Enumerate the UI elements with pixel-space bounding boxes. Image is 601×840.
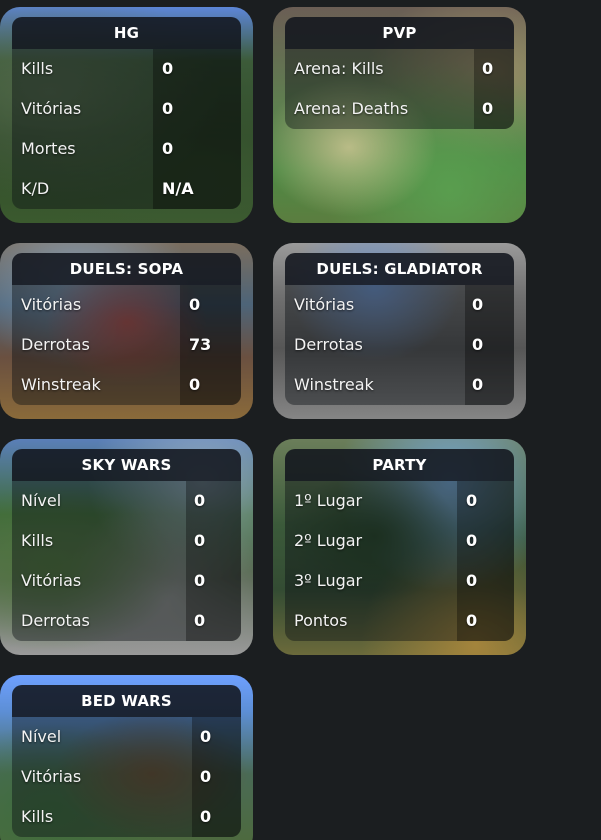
stat-row: Winstreak 0 — [285, 365, 514, 405]
stat-row: Vitórias 0 — [12, 757, 241, 797]
stat-value: 0 — [472, 335, 484, 354]
stat-value: 0 — [466, 571, 478, 590]
stat-row: Kills 0 — [12, 521, 241, 561]
stat-value: N/A — [162, 179, 194, 198]
stat-label: Derrotas — [21, 335, 90, 354]
stat-value: 0 — [466, 531, 478, 550]
stats-rows: Kills 0 Vitórias 0 Mortes 0 K/D N/A — [12, 49, 241, 209]
stat-label: Winstreak — [21, 375, 101, 394]
stat-label: Derrotas — [294, 335, 363, 354]
stat-label: 3º Lugar — [294, 571, 363, 590]
stats-card-bed-wars: BED WARS Nível 0 Vitórias 0 Kills 0 — [0, 675, 253, 840]
card-title: HG — [12, 17, 241, 49]
stat-label: Vitórias — [21, 99, 82, 118]
card-title: DUELS: SOPA — [12, 253, 241, 285]
stat-row: Winstreak 0 — [12, 365, 241, 405]
stats-panel: PARTY 1º Lugar 0 2º Lugar 0 3º Lugar 0 P… — [285, 449, 514, 641]
stats-rows: 1º Lugar 0 2º Lugar 0 3º Lugar 0 Pontos … — [285, 481, 514, 641]
stat-label: Arena: Kills — [294, 59, 384, 78]
stats-rows: Nível 0 Kills 0 Vitórias 0 Derrotas 0 — [12, 481, 241, 641]
card-title: PARTY — [285, 449, 514, 481]
stat-label: Mortes — [21, 139, 76, 158]
stats-card-party: PARTY 1º Lugar 0 2º Lugar 0 3º Lugar 0 P… — [273, 439, 526, 655]
stat-row: Pontos 0 — [285, 601, 514, 641]
stats-rows: Nível 0 Vitórias 0 Kills 0 — [12, 717, 241, 837]
stat-label: Vitórias — [21, 767, 82, 786]
stat-row: Vitórias 0 — [285, 285, 514, 325]
stats-card-duels-gladiator: DUELS: GLADIATOR Vitórias 0 Derrotas 0 W… — [273, 243, 526, 419]
stat-value: 0 — [162, 139, 174, 158]
stats-card-duels-sopa: DUELS: SOPA Vitórias 0 Derrotas 73 Winst… — [0, 243, 253, 419]
stats-panel: DUELS: GLADIATOR Vitórias 0 Derrotas 0 W… — [285, 253, 514, 405]
stat-label: Arena: Deaths — [294, 99, 409, 118]
stats-panel: DUELS: SOPA Vitórias 0 Derrotas 73 Winst… — [12, 253, 241, 405]
stat-label: 2º Lugar — [294, 531, 363, 550]
stat-row: Nível 0 — [12, 481, 241, 521]
stat-value: 0 — [466, 491, 478, 510]
stats-card-hg: HG Kills 0 Vitórias 0 Mortes 0 K/D N/A — [0, 7, 253, 223]
stat-row: 1º Lugar 0 — [285, 481, 514, 521]
stat-value: 0 — [466, 611, 478, 630]
card-title: BED WARS — [12, 685, 241, 717]
stat-label: K/D — [21, 179, 50, 198]
stat-row: Kills 0 — [12, 49, 241, 89]
stat-value: 0 — [194, 491, 206, 510]
stats-panel: PVP Arena: Kills 0 Arena: Deaths 0 — [285, 17, 514, 129]
stats-panel: HG Kills 0 Vitórias 0 Mortes 0 K/D N/A — [12, 17, 241, 209]
stat-label: Nível — [21, 491, 62, 510]
stat-row: Vitórias 0 — [12, 285, 241, 325]
stat-label: Winstreak — [294, 375, 374, 394]
stat-value: 0 — [194, 571, 206, 590]
stat-value: 0 — [482, 99, 494, 118]
stat-label: Vitórias — [21, 571, 82, 590]
stat-row: Kills 0 — [12, 797, 241, 837]
stat-value: 0 — [194, 611, 206, 630]
stat-value: 0 — [194, 531, 206, 550]
stat-label: Kills — [21, 807, 54, 826]
stat-label: Derrotas — [21, 611, 90, 630]
card-title: PVP — [285, 17, 514, 49]
stat-value: 0 — [472, 375, 484, 394]
stat-value: 0 — [189, 375, 201, 394]
stat-row: Derrotas 73 — [12, 325, 241, 365]
stat-row: Derrotas 0 — [285, 325, 514, 365]
stat-value: 0 — [200, 807, 212, 826]
stat-row: Derrotas 0 — [12, 601, 241, 641]
stat-label: Kills — [21, 531, 54, 550]
stat-row: Vitórias 0 — [12, 89, 241, 129]
stats-rows: Vitórias 0 Derrotas 0 Winstreak 0 — [285, 285, 514, 405]
stat-row: Arena: Kills 0 — [285, 49, 514, 89]
stats-grid: HG Kills 0 Vitórias 0 Mortes 0 K/D N/A P… — [0, 0, 601, 840]
stat-label: 1º Lugar — [294, 491, 363, 510]
stat-label: Vitórias — [21, 295, 82, 314]
stat-value: 73 — [189, 335, 212, 354]
stat-label: Kills — [21, 59, 54, 78]
stats-rows: Arena: Kills 0 Arena: Deaths 0 — [285, 49, 514, 129]
stat-row: 3º Lugar 0 — [285, 561, 514, 601]
stat-value: 0 — [200, 767, 212, 786]
stat-row: 2º Lugar 0 — [285, 521, 514, 561]
stats-panel: SKY WARS Nível 0 Kills 0 Vitórias 0 Derr… — [12, 449, 241, 641]
stat-value: 0 — [162, 99, 174, 118]
card-title: DUELS: GLADIATOR — [285, 253, 514, 285]
stat-row: Arena: Deaths 0 — [285, 89, 514, 129]
stats-card-sky-wars: SKY WARS Nível 0 Kills 0 Vitórias 0 Derr… — [0, 439, 253, 655]
stat-value: 0 — [200, 727, 212, 746]
stats-panel: BED WARS Nível 0 Vitórias 0 Kills 0 — [12, 685, 241, 837]
stat-row: Nível 0 — [12, 717, 241, 757]
stats-rows: Vitórias 0 Derrotas 73 Winstreak 0 — [12, 285, 241, 405]
stats-card-pvp: PVP Arena: Kills 0 Arena: Deaths 0 — [273, 7, 526, 223]
stat-label: Nível — [21, 727, 62, 746]
stat-value: 0 — [482, 59, 494, 78]
stat-label: Vitórias — [294, 295, 355, 314]
stat-row: Mortes 0 — [12, 129, 241, 169]
stat-label: Pontos — [294, 611, 348, 630]
stat-value: 0 — [189, 295, 201, 314]
stat-row: K/D N/A — [12, 169, 241, 209]
stat-value: 0 — [162, 59, 174, 78]
stat-row: Vitórias 0 — [12, 561, 241, 601]
card-title: SKY WARS — [12, 449, 241, 481]
stat-value: 0 — [472, 295, 484, 314]
